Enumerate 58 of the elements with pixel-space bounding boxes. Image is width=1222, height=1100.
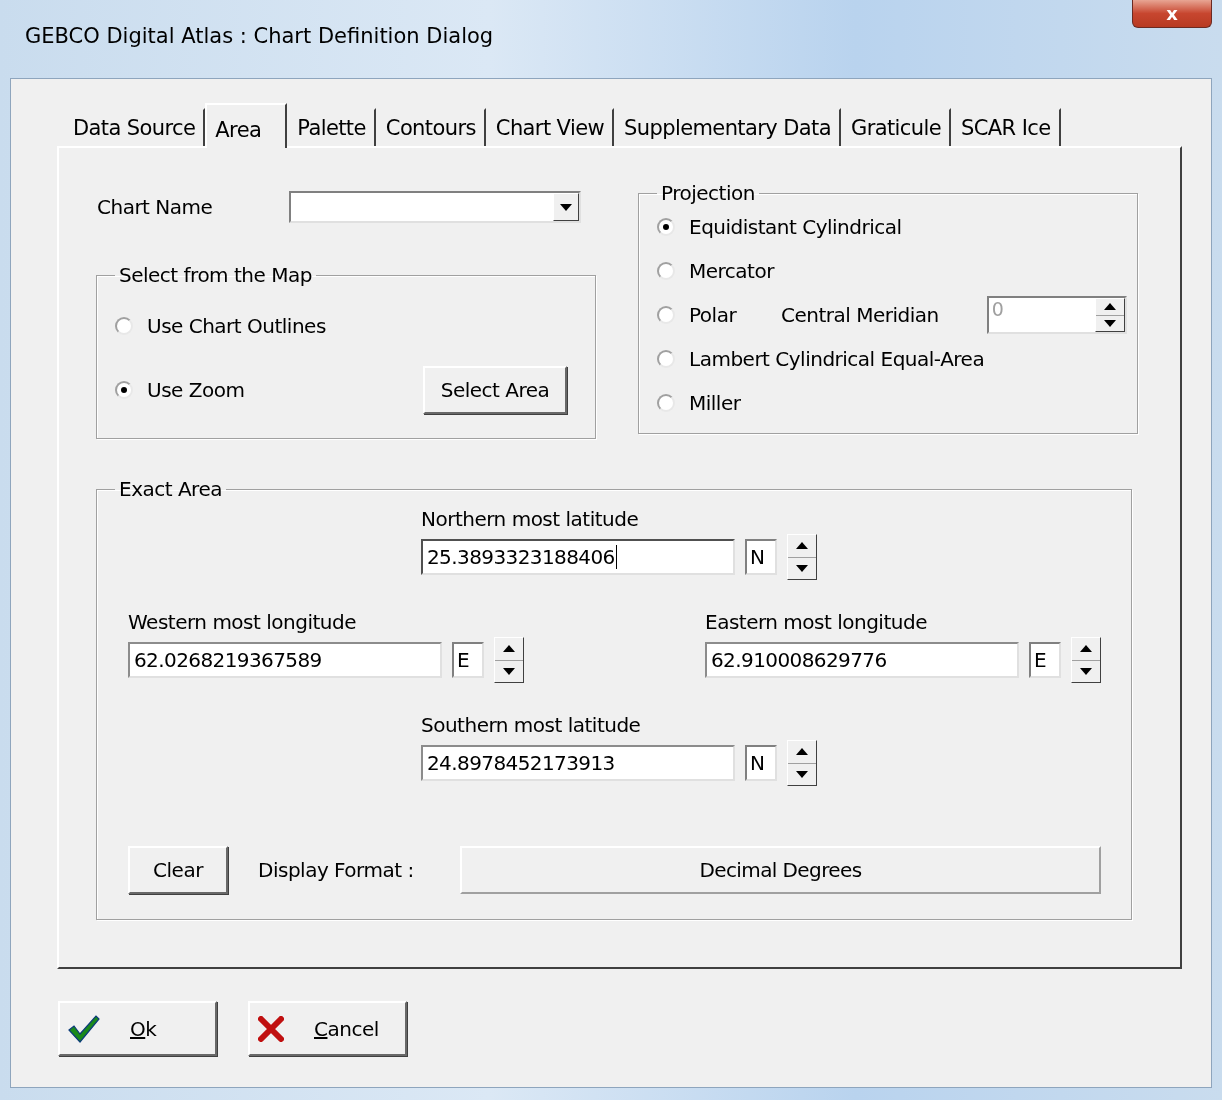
down-arrow-icon (560, 203, 572, 211)
group-title: Select from the Map (118, 263, 313, 287)
down-arrow-icon (796, 770, 808, 778)
group-title: Exact Area (118, 477, 223, 501)
up-arrow-icon (503, 645, 515, 653)
spin-button[interactable] (787, 534, 817, 580)
coordinate-field[interactable]: 25.3893323188406 (421, 539, 735, 575)
radio-label: Miller (689, 391, 741, 415)
field-label: Eastern most longitude (705, 610, 928, 634)
up-arrow-icon (796, 748, 808, 756)
radio-label: Mercator (689, 259, 774, 283)
tab[interactable]: Area (205, 103, 288, 148)
radio-button[interactable] (657, 350, 675, 368)
radio-button[interactable] (115, 381, 133, 399)
spin-button[interactable] (787, 740, 817, 786)
radio-label: Lambert Cylindrical Equal-Area (689, 347, 985, 371)
down-arrow-icon (503, 667, 515, 675)
up-arrow-icon (1103, 303, 1116, 311)
hemisphere-field[interactable]: E (452, 642, 484, 678)
window-title: GEBCO Digital Atlas : Chart Definition Dialog (25, 24, 494, 48)
select-area-button[interactable]: Select Area (423, 366, 567, 414)
radio-label: Polar (689, 303, 738, 327)
clear-button[interactable]: Clear (128, 846, 228, 894)
hemisphere-field[interactable]: E (1029, 642, 1061, 678)
radio-label: Use Zoom (147, 378, 245, 402)
field-label: Northern most latitude (421, 507, 640, 531)
check-icon (68, 1014, 100, 1043)
close-button[interactable]: x (1132, 0, 1212, 28)
hemisphere-field[interactable]: N (745, 539, 777, 575)
cancel-button[interactable]: Cancel (248, 1001, 407, 1056)
radio-button[interactable] (657, 394, 675, 412)
spin-button[interactable] (1071, 637, 1101, 683)
display-format-label: Display Format : (258, 858, 414, 882)
up-arrow-icon (796, 542, 808, 550)
coordinate-field[interactable]: 62.910008629776 (705, 642, 1019, 678)
spin-button[interactable] (494, 637, 524, 683)
radio-button[interactable] (657, 262, 675, 280)
coordinate-field[interactable]: 62.0268219367589 (128, 642, 442, 678)
down-arrow-icon (1103, 319, 1116, 327)
hemisphere-field[interactable]: N (745, 745, 777, 781)
display-format-button[interactable]: Decimal Degrees (460, 846, 1101, 894)
cross-icon (258, 1015, 284, 1042)
radio-button[interactable] (115, 317, 133, 335)
radio-label: Use Chart Outlines (147, 314, 326, 338)
down-arrow-icon (796, 564, 808, 572)
radio-button[interactable] (657, 218, 675, 236)
up-arrow-icon (1080, 645, 1092, 653)
chart-name-dropdown[interactable] (289, 191, 581, 223)
ok-button[interactable]: Ok (58, 1001, 217, 1056)
radio-button[interactable] (657, 306, 675, 324)
field-label: Southern most latitude (421, 713, 642, 737)
central-meridian-label: Central Meridian (781, 303, 939, 327)
down-arrow-icon (1080, 667, 1092, 675)
chart-name-label: Chart Name (96, 195, 214, 219)
radio-label: Equidistant Cylindrical (689, 215, 902, 239)
coordinate-field[interactable]: 24.8978452173913 (421, 745, 735, 781)
field-label: Western most longitude (128, 610, 357, 634)
group-title: Projection (660, 181, 756, 205)
